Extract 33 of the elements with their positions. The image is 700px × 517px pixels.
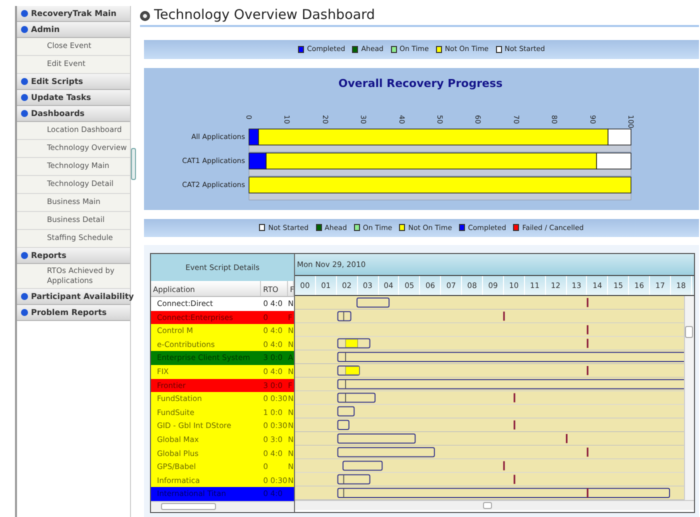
section-label: Reports xyxy=(31,250,66,262)
gauge-icon xyxy=(140,10,150,20)
section-label: RecoveryTrak Main xyxy=(31,8,116,20)
scrollbar[interactable] xyxy=(151,501,294,511)
sidebar-section-header[interactable]: Dashboards xyxy=(17,106,130,122)
section-label: Update Tasks xyxy=(31,92,92,104)
page-title: Technology Overview Dashboard xyxy=(154,6,376,26)
section-label: Dashboards xyxy=(31,108,85,120)
section-label: Problem Reports xyxy=(31,306,107,319)
chart-title: Overall Recovery Progress xyxy=(338,76,503,90)
scrollbar-thumb[interactable] xyxy=(483,502,492,509)
scrollbar-thumb[interactable] xyxy=(685,326,693,338)
scrollbar-thumb[interactable] xyxy=(161,503,216,510)
table-cell xyxy=(288,487,294,501)
bullet-icon xyxy=(21,293,28,300)
bullet-icon xyxy=(21,309,28,316)
sidebar-section-header[interactable]: Update Tasks xyxy=(17,90,130,106)
bullet-icon xyxy=(21,252,28,259)
bullet-icon xyxy=(21,110,28,117)
section-label: Edit Scripts xyxy=(31,76,84,88)
sidebar-section-header[interactable]: Edit Scripts xyxy=(17,74,130,90)
sidebar-section-header[interactable]: Problem Reports xyxy=(17,305,130,322)
sidebar-section-header[interactable]: Admin xyxy=(17,22,130,38)
scrollbar[interactable] xyxy=(295,500,694,510)
section-label: Admin xyxy=(31,24,60,36)
bullet-icon xyxy=(21,26,28,33)
sidebar-section-header[interactable]: Reports xyxy=(17,248,130,264)
bullet-icon xyxy=(21,94,28,101)
scrollbar[interactable] xyxy=(684,296,694,500)
sidebar-section-header[interactable]: RecoveryTrak Main xyxy=(17,6,130,22)
splitter-handle[interactable] xyxy=(131,148,136,180)
bullet-icon xyxy=(21,10,28,17)
bullet-icon xyxy=(21,78,28,85)
